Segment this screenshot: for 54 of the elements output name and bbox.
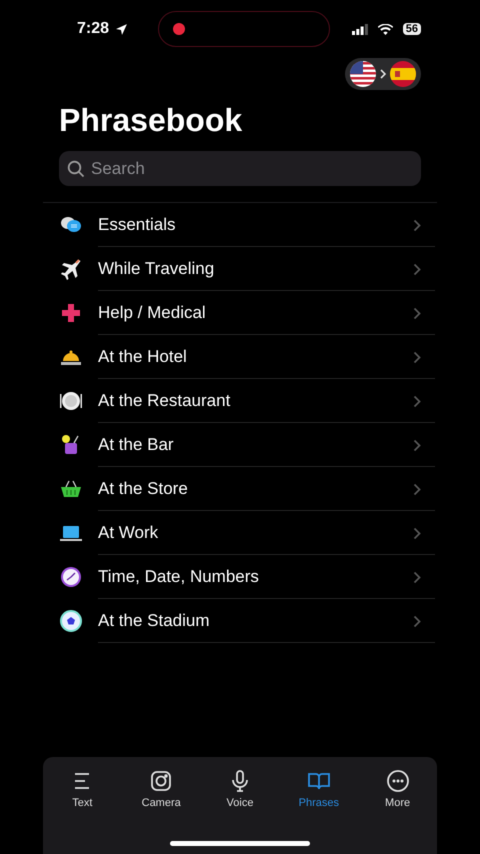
category-row[interactable]: At the Stadium [43, 599, 437, 643]
category-label: At the Stadium [98, 611, 211, 631]
category-label: At the Store [98, 479, 189, 499]
category-row[interactable]: While Traveling [43, 247, 437, 291]
signal-icon [352, 24, 368, 34]
battery-level: 56 [402, 23, 421, 35]
chevron-right-icon [379, 69, 387, 79]
category-label: While Traveling [98, 259, 216, 279]
chevron-right-icon [413, 306, 421, 320]
recording-dot-icon [173, 23, 186, 35]
category-label: Essentials [98, 215, 176, 235]
more-icon [386, 769, 410, 793]
wifi-icon [378, 24, 393, 34]
category-row[interactable]: At the Bar [43, 423, 437, 467]
chevron-right-icon [413, 438, 421, 452]
chevron-right-icon [413, 526, 421, 540]
category-row[interactable]: Help / Medical [43, 291, 437, 335]
category-row[interactable]: Essentials [43, 203, 437, 247]
language-pair-button[interactable] [345, 58, 421, 90]
medical-cross-icon [59, 301, 83, 325]
tab-button[interactable]: Phrases [279, 769, 358, 809]
chevron-right-icon [413, 262, 421, 276]
chevron-right-icon [413, 614, 421, 628]
spain-flag-icon [389, 60, 417, 88]
location-arrow-icon [115, 22, 128, 36]
tab-button[interactable]: Voice [200, 769, 280, 809]
category-label: At the Hotel [98, 347, 188, 367]
chevron-right-icon [413, 350, 421, 364]
category-label: At the Bar [98, 435, 175, 455]
plate-icon [59, 389, 83, 413]
tab-button[interactable]: Camera [122, 769, 201, 809]
category-label: At Work [98, 523, 160, 543]
category-row[interactable]: At the Restaurant [43, 379, 437, 423]
chevron-right-icon [413, 394, 421, 408]
category-row[interactable]: At Work [43, 511, 437, 555]
category-label: Time, Date, Numbers [98, 567, 260, 587]
camera-icon [149, 769, 174, 793]
search-field[interactable]: Search [59, 151, 421, 186]
status-time: 7:28 [77, 20, 110, 38]
clock-icon [59, 565, 83, 589]
soccer-ball-icon [59, 609, 83, 633]
tab-button[interactable]: More [358, 769, 437, 809]
category-label: At the Restaurant [98, 391, 232, 411]
chevron-right-icon [413, 570, 421, 584]
category-label: Help / Medical [98, 303, 207, 323]
chevron-right-icon [413, 482, 421, 496]
tab-button[interactable]: Text [43, 769, 122, 809]
chevron-right-icon [413, 218, 421, 232]
us-flag-icon [349, 60, 377, 88]
category-row[interactable]: At the Store [43, 467, 437, 511]
category-row[interactable]: At the Hotel [43, 335, 437, 379]
airplane-icon [59, 257, 83, 281]
page-title: Phrasebook [59, 102, 244, 139]
category-row[interactable]: Time, Date, Numbers [43, 555, 437, 599]
